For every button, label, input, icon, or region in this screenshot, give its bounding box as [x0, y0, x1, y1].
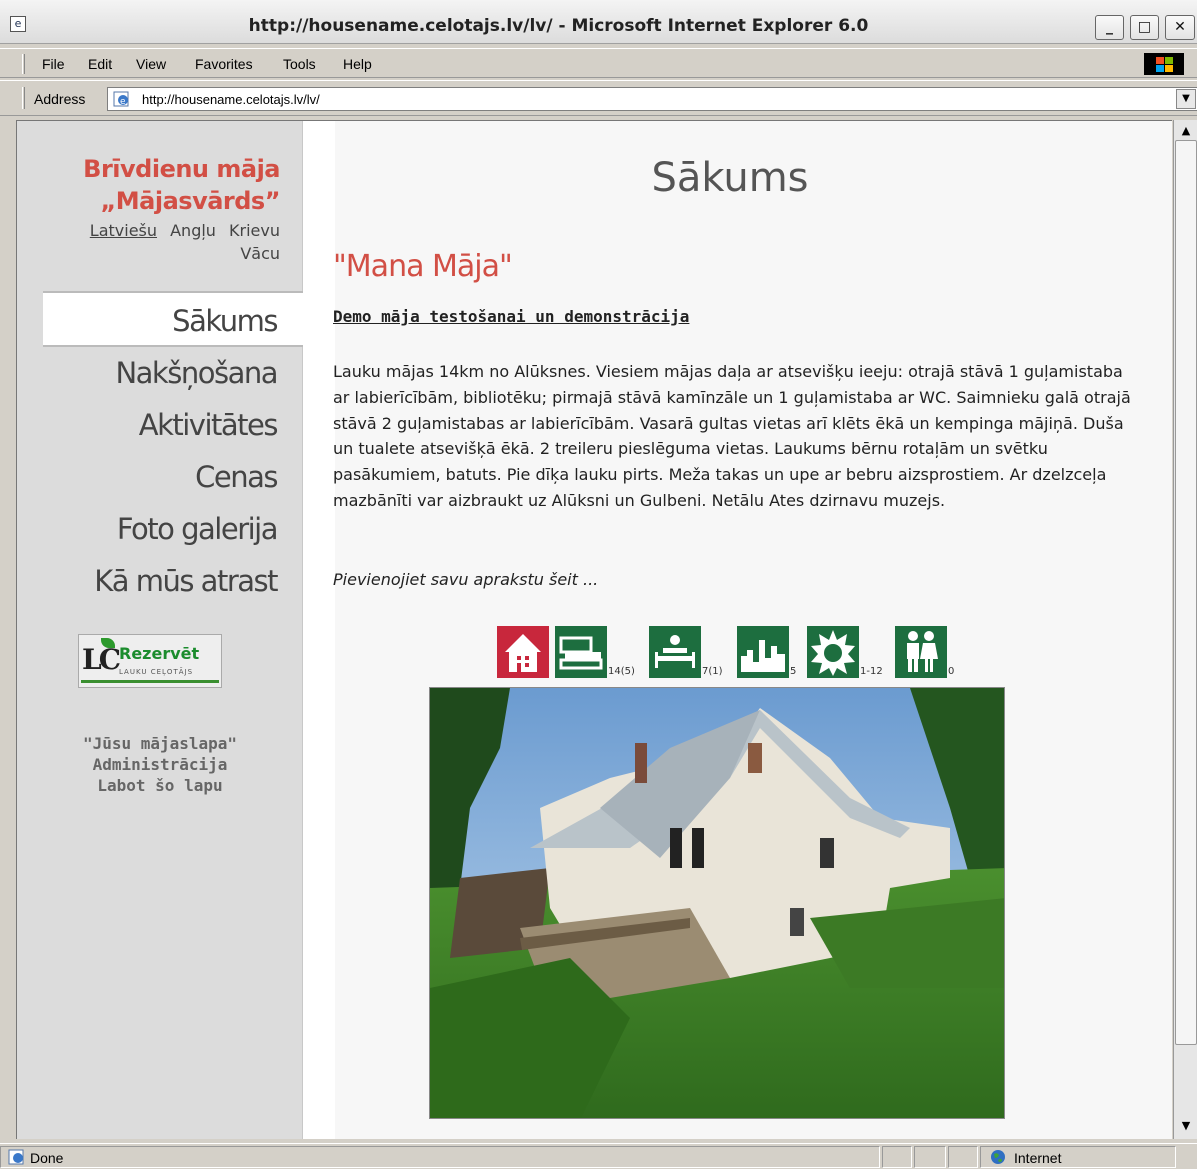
- globe-icon: [991, 1150, 1005, 1164]
- admin-links: "Jūsu mājaslapa" Administrācija Labot šo…: [17, 733, 303, 796]
- nav-item-sakums[interactable]: Sākums: [43, 291, 303, 347]
- menu-file[interactable]: File: [42, 56, 65, 72]
- toolbar-grip[interactable]: [22, 87, 25, 109]
- language-links: Latviešu Angļu Krievu Vācu: [47, 219, 280, 265]
- extra-bed-icon: [649, 626, 701, 678]
- status-zone-panel: [980, 1146, 1176, 1168]
- status-panel: [882, 1146, 912, 1168]
- title-bar: e http://housename.celotajs.lv/lv/ - Mic…: [0, 0, 1197, 44]
- nav-item-naksnosana[interactable]: Nakšņošana: [43, 347, 303, 399]
- page-icon: e: [113, 91, 129, 107]
- browser-window: e http://housename.celotajs.lv/lv/ - Mic…: [0, 0, 1197, 1169]
- address-label: Address: [34, 91, 86, 107]
- people-count: 0: [948, 666, 955, 677]
- page-title: Sākums: [651, 155, 809, 201]
- site-name-line2: „Mājasvārds”: [100, 187, 281, 215]
- house-icon: [497, 626, 549, 678]
- sidebar: Brīvdienu māja „Mājasvārds” Latviešu Ang…: [17, 121, 303, 1139]
- site-name-line1: Brīvdienu māja: [83, 155, 280, 183]
- nav-item-aktivitates[interactable]: Aktivitātes: [43, 399, 303, 451]
- scroll-down-icon[interactable]: ▼: [1176, 1116, 1196, 1136]
- nav-item-cenas[interactable]: Cenas: [43, 451, 303, 503]
- menu-edit[interactable]: Edit: [88, 56, 112, 72]
- reserve-label: Rezervēt: [119, 644, 200, 663]
- extra-bed-count: 7(1): [702, 666, 723, 677]
- nav-item-foto-galerija[interactable]: Foto galerija: [43, 503, 303, 555]
- status-panel: [948, 1146, 978, 1168]
- link-edit-page[interactable]: Labot šo lapu: [17, 775, 303, 796]
- grass-decoration: [81, 680, 219, 683]
- status-panel: [914, 1146, 946, 1168]
- status-message-panel: [0, 1146, 880, 1168]
- menu-help[interactable]: Help: [343, 56, 372, 72]
- reserve-button[interactable]: LC Rezervēt LAUKU CEĻOTĀJS: [78, 634, 222, 688]
- minimize-button[interactable]: _: [1095, 15, 1124, 40]
- lang-krievu[interactable]: Krievu: [229, 221, 280, 240]
- menu-tools[interactable]: Tools: [283, 56, 316, 72]
- main-nav: Sākums Nakšņošana Aktivitātes Cenas Foto…: [43, 291, 303, 607]
- address-bar: Address e http://housename.celotajs.lv/l…: [0, 80, 1197, 116]
- link-your-homepage[interactable]: "Jūsu mājaslapa": [17, 733, 303, 754]
- ie-icon: e: [10, 16, 26, 32]
- sun-icon: [807, 626, 859, 678]
- scroll-up-icon[interactable]: ▲: [1176, 121, 1196, 141]
- scroll-thumb[interactable]: [1175, 140, 1197, 1045]
- link-administration[interactable]: Administrācija: [17, 754, 303, 775]
- beds-count: 14(5): [608, 666, 635, 677]
- windows-logo-icon: [1144, 53, 1184, 75]
- rooms-icon: [737, 626, 789, 678]
- lang-anglu[interactable]: Angļu: [170, 221, 216, 240]
- rooms-count: 5: [790, 666, 797, 677]
- menu-favorites[interactable]: Favorites: [195, 56, 253, 72]
- page-icon: [8, 1149, 24, 1165]
- house-photo[interactable]: [429, 687, 1005, 1119]
- vertical-scrollbar[interactable]: ▲ ▼: [1173, 120, 1197, 1139]
- house-name: "Mana Māja": [333, 249, 513, 284]
- reserve-sub: LAUKU CEĻOTĀJS: [119, 668, 194, 676]
- toolbar-grip[interactable]: [22, 54, 25, 74]
- close-button[interactable]: ✕: [1165, 15, 1195, 40]
- address-dropdown-button[interactable]: ▼: [1176, 89, 1196, 109]
- people-icon: [895, 626, 947, 678]
- lang-latviesu[interactable]: Latviešu: [90, 221, 157, 240]
- main-content: Sākums "Mana Māja" Demo māja testošanai …: [333, 121, 1172, 1139]
- beds-icon: [555, 626, 607, 678]
- add-description-note: Pievienojiet savu aprakstu šeit ...: [333, 570, 599, 589]
- address-url[interactable]: http://housename.celotajs.lv/lv/: [142, 92, 320, 107]
- page-viewport: Brīvdienu māja „Mājasvārds” Latviešu Ang…: [16, 120, 1172, 1139]
- address-field[interactable]: e http://housename.celotajs.lv/lv/: [107, 87, 1197, 111]
- status-text: Done: [30, 1150, 64, 1166]
- menu-view[interactable]: View: [136, 56, 166, 72]
- amenity-icons: 14(5) 7(1) 5 1-12 0: [335, 626, 1135, 681]
- lang-vacu[interactable]: Vācu: [240, 244, 280, 263]
- house-subtitle: Demo māja testošanai un demonstrācija: [333, 307, 690, 326]
- menu-bar: File Edit View Favorites Tools Help: [0, 48, 1197, 78]
- nav-item-ka-mus-atrast[interactable]: Kā mūs atrast: [43, 555, 303, 607]
- svg-text:e: e: [120, 97, 126, 107]
- house-description: Lauku mājas 14km no Alūksnes. Viesiem mā…: [333, 362, 1131, 510]
- season-count: 1-12: [860, 666, 883, 677]
- zone-text: Internet: [1014, 1150, 1062, 1166]
- window-title: http://housename.celotajs.lv/lv/ - Micro…: [248, 16, 869, 36]
- status-bar: Done Internet: [0, 1143, 1197, 1169]
- site-name: Brīvdienu māja „Mājasvārds”: [27, 153, 280, 217]
- maximize-button[interactable]: □: [1130, 15, 1159, 40]
